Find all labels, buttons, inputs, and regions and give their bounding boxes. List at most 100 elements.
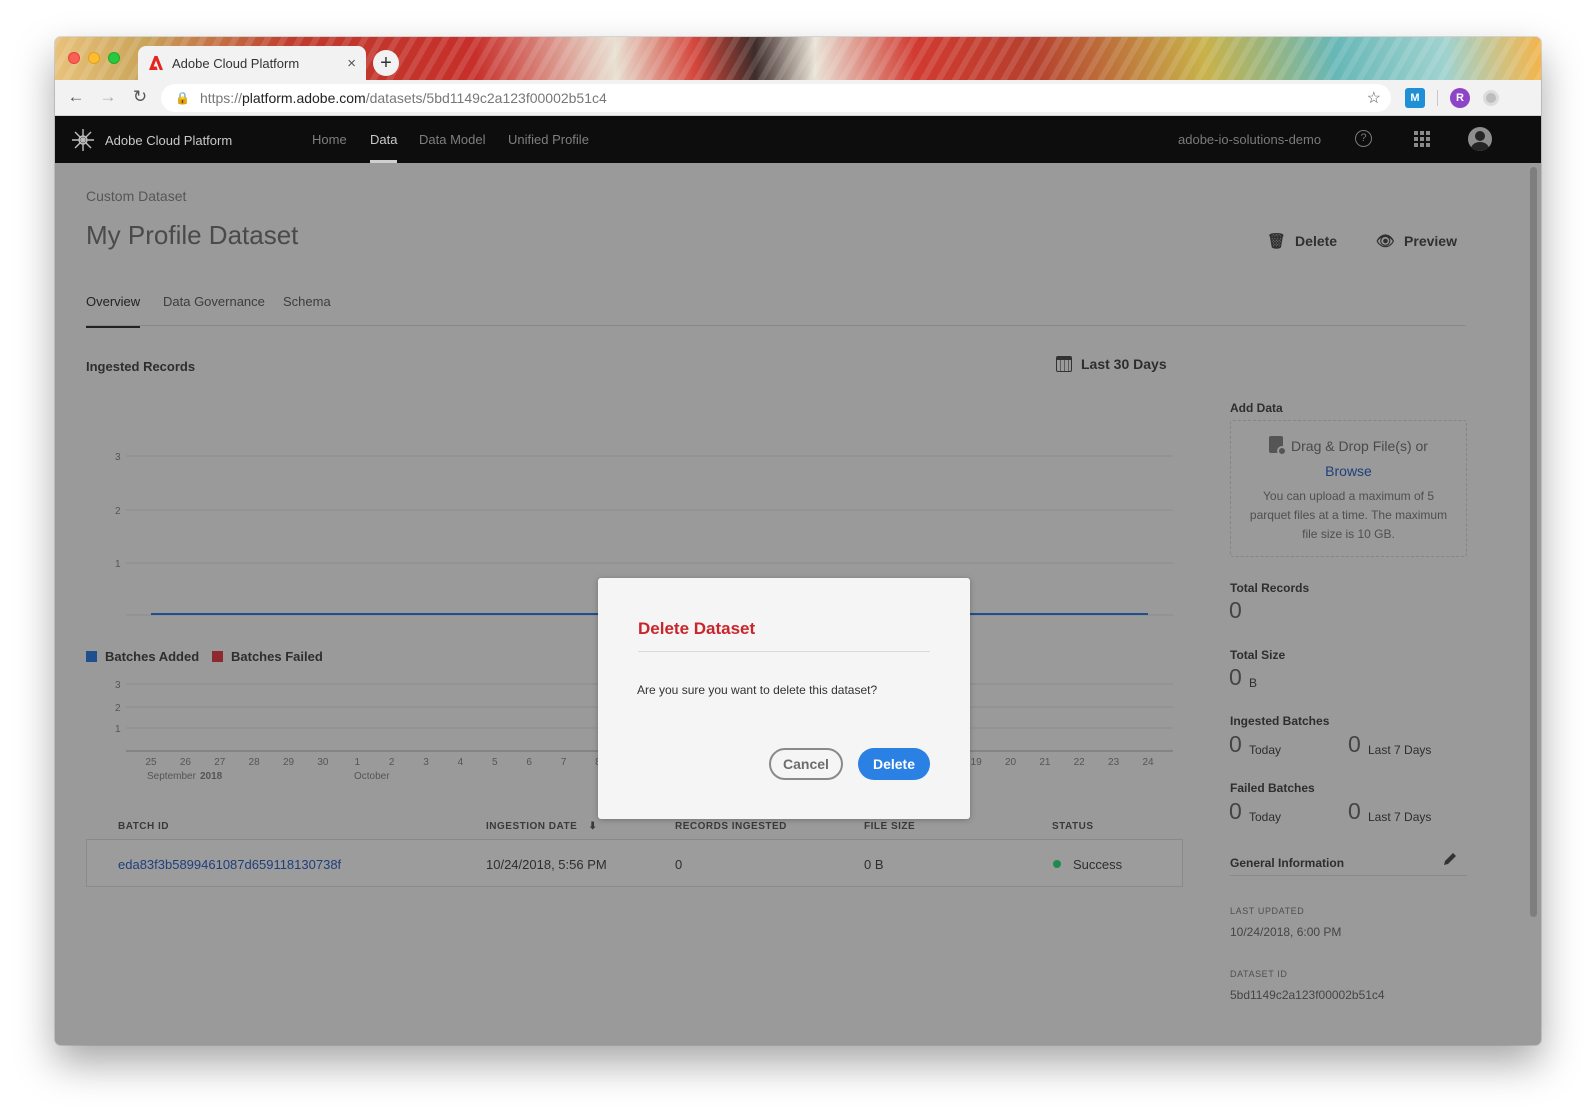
records-y-tick-1: 1: [115, 559, 121, 570]
bookmark-star-icon[interactable]: ☆: [1367, 88, 1381, 108]
legend-label-added: Batches Added: [105, 649, 200, 664]
dataset-id-value: 5bd1149c2a123f00002b51c4: [1230, 988, 1385, 1002]
table-row[interactable]: eda83f3b5899461087d659118130738f 10/24/2…: [86, 839, 1183, 887]
tab-data-governance[interactable]: Data Governance: [163, 294, 265, 326]
new-tab-button[interactable]: +: [373, 50, 399, 76]
forward-arrow-icon[interactable]: →: [97, 87, 119, 107]
col-header-ingestion-date-label: INGESTION DATE: [486, 821, 578, 832]
delete-dataset-label: Delete: [1295, 233, 1338, 249]
x-tick-label: 23: [1108, 757, 1120, 768]
col-header-ingestion-date[interactable]: INGESTION DATE ⬇: [486, 821, 597, 832]
nav-unified-profile[interactable]: Unified Profile: [508, 132, 589, 147]
app-brand-name: Adobe Cloud Platform: [105, 132, 233, 148]
dropzone-text: Drag & Drop File(s) or: [1291, 438, 1428, 454]
platform-logo-icon: [72, 129, 94, 151]
app-switcher-icon[interactable]: [1414, 131, 1430, 147]
dialog-title: Delete Dataset: [638, 619, 756, 638]
preview-dataset-label: Preview: [1404, 233, 1457, 249]
x-month-september: September: [147, 771, 197, 782]
browser-toolbar: ← → ↻ 🔒 https://platform.adobe.com/datas…: [55, 80, 1541, 116]
ingested-records-label: Ingested Records: [86, 359, 196, 374]
legend-batches-added: Batches Added: [86, 649, 199, 664]
url-scheme: https://: [199, 90, 242, 106]
ingested-today-label: Today: [1249, 743, 1282, 757]
confirm-delete-button[interactable]: Delete: [858, 748, 930, 780]
page-title: My Profile Dataset: [86, 220, 299, 250]
nav-home[interactable]: Home: [312, 132, 347, 147]
x-tick-label: 19: [971, 757, 983, 768]
profile-avatar-icon[interactable]: R: [1450, 88, 1470, 108]
tab-schema[interactable]: Schema: [283, 294, 331, 326]
adobe-logo-icon: [149, 56, 163, 70]
x-tick-label: 24: [1142, 757, 1154, 768]
batches-y-tick-1: 1: [115, 724, 121, 735]
add-data-label: Add Data: [1230, 401, 1283, 415]
close-window-button[interactable]: [68, 52, 80, 64]
legend-batches-failed: Batches Failed: [212, 649, 323, 664]
app-header: Adobe Cloud Platform Home Data Data Mode…: [55, 116, 1541, 163]
tab-close-icon[interactable]: ×: [347, 55, 356, 72]
failed-7day-label: Last 7 Days: [1368, 810, 1432, 824]
preview-dataset-button[interactable]: 👁 Preview: [1376, 232, 1457, 250]
records-y-tick-2: 2: [115, 506, 121, 517]
back-arrow-icon[interactable]: ←: [65, 87, 87, 107]
reload-icon[interactable]: ↻: [129, 87, 151, 107]
address-bar[interactable]: 🔒 https://platform.adobe.com/datasets/5b…: [161, 84, 1391, 112]
col-header-status[interactable]: STATUS: [1052, 821, 1094, 832]
calendar-icon: [1056, 356, 1072, 372]
x-tick-label: 20: [1005, 757, 1017, 768]
browse-link[interactable]: Browse: [1231, 463, 1466, 479]
dialog-divider: [638, 651, 930, 652]
extension-circle-icon[interactable]: [1483, 90, 1499, 106]
lock-icon: 🔒: [175, 91, 190, 105]
failed-7day-value: 0: [1348, 798, 1361, 824]
delete-dataset-dialog: Delete Dataset Are you sure you want to …: [598, 578, 970, 819]
tab-overview[interactable]: Overview: [86, 294, 141, 328]
batches-y-tick-3: 3: [115, 680, 121, 691]
nav-data[interactable]: Data: [370, 132, 397, 147]
x-tick-label: 5: [492, 757, 498, 768]
nav-data-model[interactable]: Data Model: [419, 132, 485, 147]
date-range-picker[interactable]: Last 30 Days: [1056, 356, 1167, 372]
url-host: platform.adobe.com: [241, 90, 366, 106]
browser-window: Adobe Cloud Platform × + ← → ↻ 🔒 https:/…: [55, 37, 1541, 1045]
general-info-label: General Information: [1230, 856, 1345, 870]
x-tick-label: 25: [145, 757, 157, 768]
edit-pencil-icon[interactable]: [1442, 851, 1458, 867]
general-info-divider: [1230, 875, 1467, 876]
sort-desc-icon[interactable]: ⬇: [589, 821, 598, 832]
x-tick-label: 29: [283, 757, 295, 768]
batches-y-tick-2: 2: [115, 703, 121, 714]
col-header-file-size[interactable]: FILE SIZE: [864, 821, 915, 832]
minimize-window-button[interactable]: [88, 52, 100, 64]
total-records-value: 0: [1229, 597, 1242, 623]
org-switcher[interactable]: adobe-io-solutions-demo: [1178, 132, 1321, 147]
batch-id-link[interactable]: eda83f3b5899461087d659118130738f: [118, 857, 341, 872]
cancel-button[interactable]: Cancel: [769, 748, 843, 780]
browser-tab-title: Adobe Cloud Platform: [172, 55, 300, 71]
x-year-2018: 2018: [200, 771, 223, 782]
legend-swatch-failed: [212, 651, 223, 662]
col-header-records[interactable]: RECORDS INGESTED: [675, 821, 787, 832]
col-header-batch-id[interactable]: BATCH ID: [118, 821, 169, 832]
ingested-today-value: 0: [1229, 731, 1242, 757]
zoom-window-button[interactable]: [108, 52, 120, 64]
failed-batches-label: Failed Batches: [1230, 781, 1315, 795]
help-icon[interactable]: ?: [1355, 130, 1372, 147]
records-y-tick-3: 3: [115, 452, 121, 463]
extension-m-icon[interactable]: M: [1405, 88, 1425, 108]
legend-label-failed: Batches Failed: [231, 649, 323, 664]
browser-tab[interactable]: Adobe Cloud Platform ×: [138, 46, 366, 80]
user-avatar-icon[interactable]: [1468, 127, 1492, 151]
ingestion-date-cell: 10/24/2018, 5:56 PM: [486, 857, 607, 872]
ingested-7day-value: 0: [1348, 731, 1361, 757]
page-scrollbar[interactable]: [1530, 167, 1537, 917]
delete-dataset-button[interactable]: 🗑 Delete: [1267, 232, 1337, 250]
x-month-october: October: [354, 771, 390, 782]
app-brand[interactable]: Adobe Cloud Platform: [71, 128, 232, 152]
file-dropzone[interactable]: Drag & Drop File(s) or Browse You can up…: [1230, 420, 1467, 557]
x-tick-label: 4: [458, 757, 464, 768]
dataset-type: Custom Dataset: [86, 188, 187, 204]
failed-today-label: Today: [1249, 810, 1282, 824]
dropzone-prompt: Drag & Drop File(s) or: [1231, 436, 1466, 456]
